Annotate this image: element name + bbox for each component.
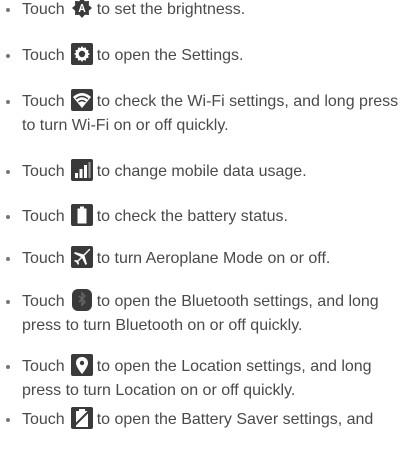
document-page: Touch to set the brightness. Touch to op… <box>0 0 415 451</box>
item-line-1: Touch to open the Location settings, and… <box>22 354 372 379</box>
bullet-dot <box>6 215 10 219</box>
battery-saver-icon <box>70 407 93 429</box>
item-line-2: to turn Wi-Fi on or off quickly. <box>22 114 229 138</box>
touch-word: Touch <box>22 208 65 225</box>
bullet-dot <box>6 8 10 12</box>
touch-word: Touch <box>22 358 65 375</box>
aeroplane-icon <box>70 246 93 268</box>
mobile-signal-icon <box>70 159 93 181</box>
item-text-continued: press to turn Location on or off quickly… <box>22 382 296 399</box>
item-line-1: Touch to check the Wi-Fi settings, and l… <box>22 89 399 114</box>
touch-word: Touch <box>22 1 65 18</box>
wifi-icon <box>70 89 93 111</box>
bluetooth-icon <box>71 289 93 311</box>
brightness-auto-icon <box>71 0 93 19</box>
bullet-dot <box>6 365 10 369</box>
item-text: to check the battery status. <box>96 208 288 225</box>
item-line-1: Touch to set the brightness. <box>22 0 245 22</box>
bullet-dot <box>6 418 10 422</box>
item-line-1: Touch to open the Battery Saver settings… <box>22 407 374 432</box>
location-pin-icon <box>70 354 93 376</box>
touch-word: Touch <box>22 250 65 267</box>
battery-icon <box>70 204 93 226</box>
item-text: to check the Wi-Fi settings, and long pr… <box>96 93 399 110</box>
item-line-1: Touch to open the Bluetooth settings, an… <box>22 289 379 314</box>
item-line-1: Touch to open the Settings. <box>22 43 244 68</box>
item-text: to set the brightness. <box>96 1 246 18</box>
item-text: to open the Bluetooth settings, and long <box>96 293 379 310</box>
item-text-continued: press to turn Bluetooth on or off quickl… <box>22 317 303 334</box>
bullet-dot <box>6 300 10 304</box>
item-text-continued: to turn Wi-Fi on or off quickly. <box>22 117 229 134</box>
item-line-2: press to turn Location on or off quickly… <box>22 379 295 403</box>
item-text: to open the Settings. <box>96 47 244 64</box>
item-text: to change mobile data usage. <box>96 163 307 180</box>
touch-word: Touch <box>22 411 65 428</box>
bullet-dot <box>6 257 10 261</box>
bullet-dot <box>6 100 10 104</box>
touch-word: Touch <box>22 163 65 180</box>
item-text: to open the Location settings, and long <box>96 358 372 375</box>
item-line-2: press to turn Bluetooth on or off quickl… <box>22 314 302 338</box>
item-line-1: Touch to turn Aeroplane Mode on or off. <box>22 246 331 271</box>
bullet-dot <box>6 170 10 174</box>
touch-word: Touch <box>22 47 65 64</box>
item-line-1: Touch to check the battery status. <box>22 204 288 229</box>
settings-gear-icon <box>70 43 93 65</box>
touch-word: Touch <box>22 293 65 310</box>
item-text: to turn Aeroplane Mode on or off. <box>96 250 331 267</box>
bullet-dot <box>6 54 10 58</box>
touch-word: Touch <box>22 93 65 110</box>
item-line-1: Touch to change mobile data usage. <box>22 159 307 184</box>
item-text: to open the Battery Saver settings, and <box>96 411 374 428</box>
